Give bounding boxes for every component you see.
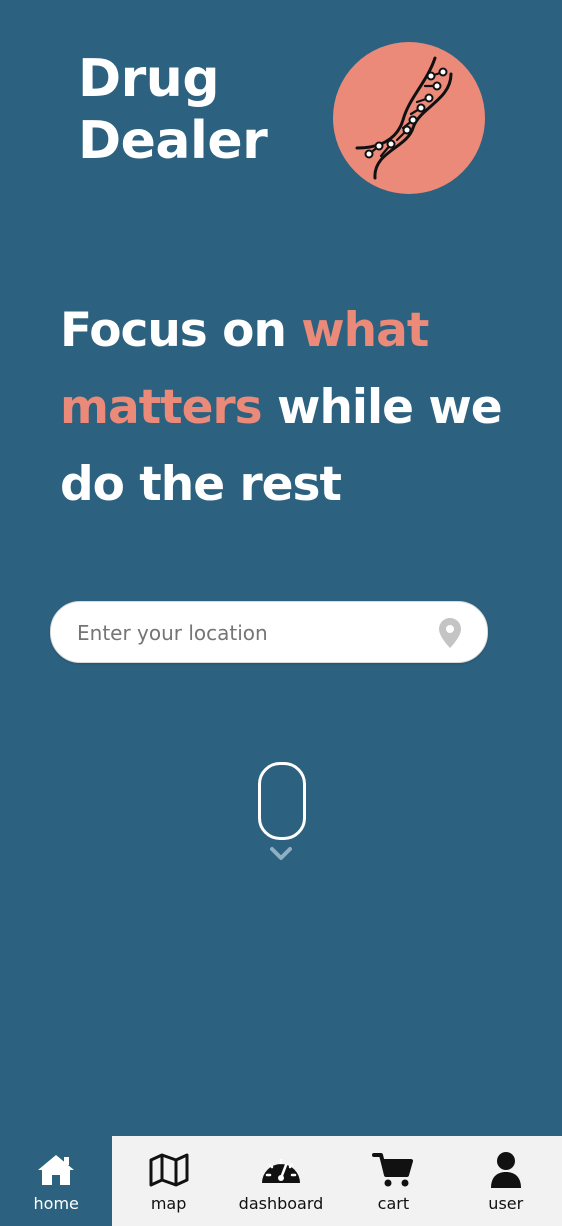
user-icon xyxy=(490,1152,521,1188)
gauge-icon xyxy=(261,1158,300,1183)
dna-helix-icon xyxy=(355,56,453,180)
scroll-indicator[interactable] xyxy=(258,762,306,872)
map-icon xyxy=(149,1153,189,1187)
location-search[interactable] xyxy=(50,601,488,664)
hero-accent-2: matters xyxy=(60,380,263,435)
nav-item-dashboard[interactable]: dashboard xyxy=(225,1136,337,1226)
nav-label-dashboard: dashboard xyxy=(238,1194,324,1213)
logo xyxy=(333,42,485,194)
nav-label-map: map xyxy=(150,1194,187,1213)
brand-title: Drug Dealer xyxy=(78,49,268,171)
mouse-scroll-icon xyxy=(258,762,306,840)
cart-icon xyxy=(372,1153,414,1187)
nav-item-home[interactable]: home xyxy=(0,1136,113,1226)
nav-label-cart: cart xyxy=(377,1194,410,1213)
nav-item-user[interactable]: user xyxy=(450,1136,562,1226)
nav-item-cart[interactable]: cart xyxy=(337,1136,449,1226)
hero-headline: Focus on what matters while we do the re… xyxy=(60,292,530,523)
nav-label-home: home xyxy=(33,1194,79,1213)
home-icon xyxy=(38,1155,75,1185)
chevron-down-icon xyxy=(270,847,292,860)
hero-text-1: Focus on xyxy=(60,303,302,358)
hero-accent-1: what xyxy=(301,303,429,358)
header: Drug Dealer xyxy=(0,0,562,220)
nav-label-user: user xyxy=(488,1194,524,1213)
bottom-nav: home map dashboard cart user xyxy=(0,1136,562,1226)
location-input[interactable] xyxy=(75,602,419,664)
nav-item-map[interactable]: map xyxy=(112,1136,224,1226)
location-pin-icon[interactable] xyxy=(439,618,461,648)
